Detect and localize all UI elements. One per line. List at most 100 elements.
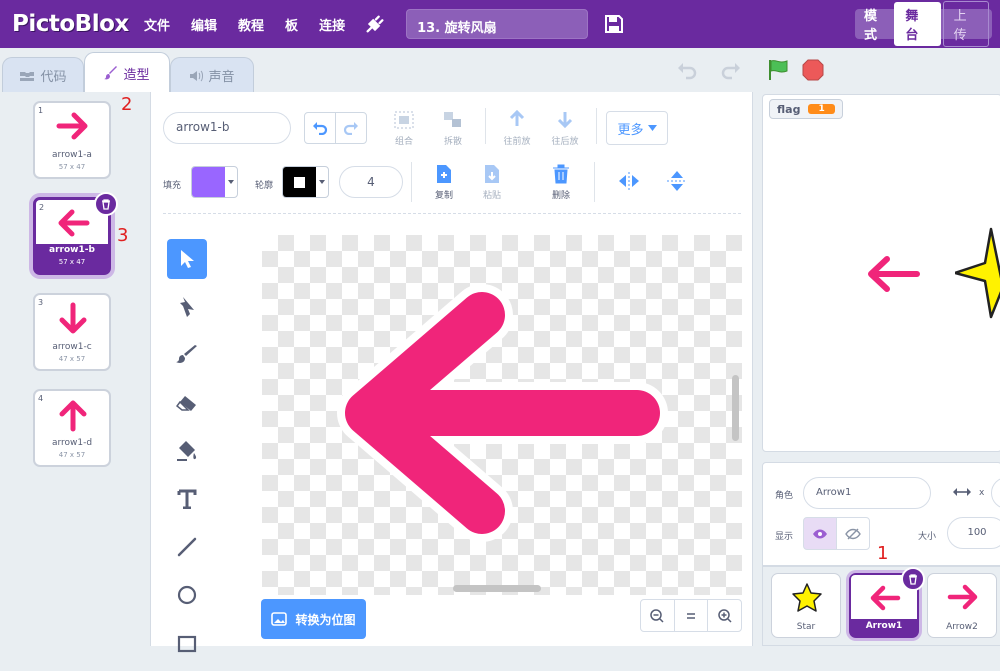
brush-icon	[104, 66, 118, 80]
costume-item-selected[interactable]: 2 arrow1-b 57 x 47	[33, 192, 118, 275]
trash-icon	[909, 573, 917, 585]
tool-palette	[167, 239, 209, 671]
show-visible-button[interactable]	[803, 517, 837, 550]
backward-icon[interactable]	[555, 110, 575, 130]
copy-icon[interactable]	[435, 164, 453, 184]
pictoblox-logo[interactable]: PictoBlox	[12, 11, 144, 37]
eye-slash-icon	[845, 528, 861, 539]
arrow-left-icon	[870, 585, 901, 611]
reshape-tool[interactable]	[167, 287, 207, 327]
select-tool[interactable]	[167, 239, 207, 279]
zoom-in-icon	[717, 608, 732, 623]
tab-costumes[interactable]: 造型	[84, 52, 170, 93]
project-title-input[interactable]: 13. 旋转风扇	[406, 9, 589, 39]
costume-size: 57 x 47	[58, 258, 86, 266]
group-icon[interactable]	[393, 110, 415, 130]
horizontal-scrollbar[interactable]	[453, 585, 541, 592]
copy-label: 复制	[434, 191, 453, 201]
sprite-name: Arrow2	[946, 622, 978, 632]
tab-sounds[interactable]: 声音	[170, 57, 254, 93]
forward-icon[interactable]	[507, 110, 527, 130]
sprite-item-selected[interactable]: Arrow1	[849, 567, 925, 638]
costume-item[interactable]: 4 arrow1-d 47 x 57	[33, 389, 111, 467]
arrow-left-icon	[58, 209, 90, 237]
more-label: 更多	[617, 122, 644, 138]
x-input[interactable]	[991, 477, 1000, 509]
tab-code[interactable]: 代码	[2, 57, 84, 93]
rectangle-tool[interactable]	[167, 623, 207, 663]
divider	[411, 162, 412, 202]
editor-undo-button[interactable]	[304, 112, 336, 144]
paint-editor: arrow1-b 组合 拆散 往前放 往后放 更多 填充 轮廓 4 复制 粘贴 …	[151, 92, 753, 653]
convert-to-bitmap-button[interactable]: 转换为位图	[261, 599, 366, 639]
sprite-name-input[interactable]: Arrow1	[803, 477, 931, 509]
tab-costumes-label: 造型	[123, 67, 150, 83]
mode-stage-button[interactable]: 舞台	[894, 2, 941, 46]
show-hidden-button[interactable]	[836, 517, 870, 550]
global-undo-redo	[676, 60, 742, 82]
delete-sprite-button[interactable]	[901, 567, 925, 591]
zoom-out-button[interactable]	[641, 600, 675, 631]
sprite-item[interactable]: Star	[771, 573, 841, 638]
costume-name-input[interactable]: arrow1-b	[163, 112, 291, 144]
more-dropdown[interactable]: 更多	[606, 111, 668, 145]
flip-vertical-icon[interactable]	[667, 170, 687, 192]
costume-name: arrow1-c	[52, 342, 92, 352]
costume-item[interactable]: 1 arrow1-a 57 x 47	[33, 101, 111, 179]
fill-color-picker[interactable]	[191, 166, 238, 198]
rectangle-icon	[177, 635, 197, 653]
paste-icon[interactable]	[483, 164, 501, 184]
line-tool[interactable]	[167, 527, 207, 567]
sprite-item[interactable]: Arrow2	[927, 573, 997, 638]
divider	[485, 108, 486, 144]
menu-tutorials[interactable]: 教程	[238, 15, 264, 34]
menu-connect[interactable]: 连接	[319, 15, 345, 34]
brush-tool[interactable]	[167, 335, 207, 375]
outline-color-picker[interactable]	[282, 166, 329, 198]
arrow-sprite-on-stage[interactable]	[863, 251, 923, 297]
zoom-reset-button[interactable]	[675, 600, 709, 631]
code-icon	[20, 71, 35, 81]
editor-redo-button[interactable]	[335, 112, 367, 144]
text-tool[interactable]	[167, 479, 207, 519]
costume-size: 47 x 57	[58, 355, 86, 363]
eraser-tool[interactable]	[167, 383, 207, 423]
outline-width-input[interactable]: 4	[339, 166, 403, 198]
size-input[interactable]: 100	[947, 517, 1000, 549]
trash-icon[interactable]	[552, 164, 570, 184]
delete-costume-button[interactable]	[94, 192, 118, 216]
fill-tool[interactable]	[167, 431, 207, 471]
flip-horizontal-icon[interactable]	[618, 172, 640, 190]
backward-label: 往后放	[551, 137, 579, 147]
paint-canvas[interactable]	[262, 235, 742, 595]
zoom-in-button[interactable]	[708, 600, 741, 631]
menu-board[interactable]: 板	[285, 15, 298, 34]
menu-file[interactable]: 文件	[144, 15, 170, 34]
costume-item[interactable]: 3 arrow1-c 47 x 57	[33, 293, 111, 371]
group-label: 组合	[394, 137, 413, 147]
show-label: 显示	[775, 532, 794, 542]
undo-icon[interactable]	[676, 60, 698, 82]
toolbar-divider	[163, 213, 741, 214]
green-flag-icon[interactable]	[767, 58, 791, 82]
star-sprite-on-stage[interactable]	[955, 225, 1000, 321]
ungroup-icon[interactable]	[442, 110, 464, 130]
stage[interactable]: flag 1	[762, 94, 1000, 452]
fill-color-swatch	[192, 167, 225, 197]
outline-color-swatch	[283, 167, 316, 197]
trash-icon	[102, 198, 110, 210]
forward-label: 往前放	[503, 137, 531, 147]
costume-size: 47 x 57	[58, 451, 86, 459]
zoom-out-icon	[650, 608, 664, 623]
vertical-scrollbar[interactable]	[732, 375, 739, 441]
menu-edit[interactable]: 编辑	[191, 15, 217, 34]
stop-icon[interactable]	[801, 58, 825, 82]
costume-number: 3	[38, 298, 44, 307]
redo-icon[interactable]	[720, 60, 742, 82]
save-icon[interactable]	[604, 14, 624, 34]
plug-icon[interactable]	[364, 13, 386, 35]
mode-upload-button[interactable]: 上传	[942, 1, 989, 47]
costume-number: 1	[38, 106, 44, 115]
circle-tool[interactable]	[167, 575, 207, 615]
reshape-icon	[180, 297, 194, 317]
